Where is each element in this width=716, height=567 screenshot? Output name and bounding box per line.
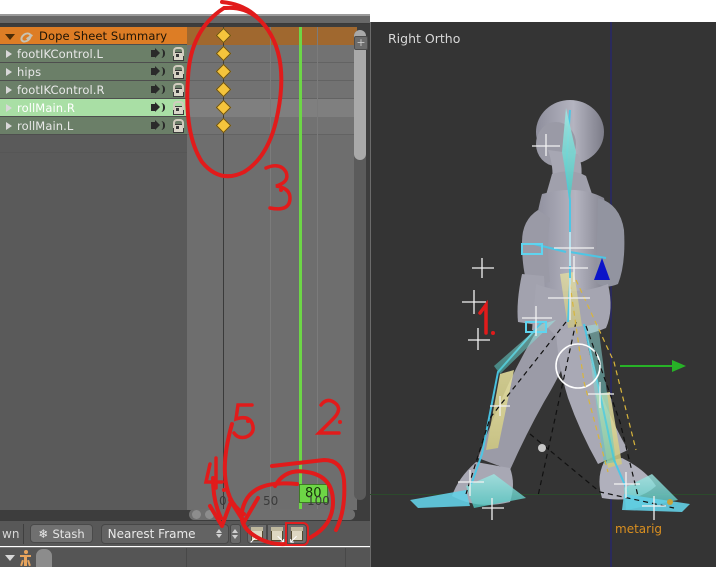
dope-sheet-editor: Dope Sheet Summary footIKControl.L hips <box>0 14 370 520</box>
dope-sheet-topbar <box>0 16 370 24</box>
keyframe-row[interactable] <box>187 45 357 63</box>
timeline-frame-strip: 80 0 50 100 <box>187 484 357 508</box>
row-icon-group <box>150 83 184 97</box>
expand-triangle-icon[interactable] <box>6 49 12 58</box>
speaker-icon[interactable] <box>150 47 166 61</box>
tick-label-0: 0 <box>219 494 227 508</box>
channel-row[interactable]: footIKControl.R <box>0 81 187 99</box>
keyframe-row-summary[interactable] <box>187 27 357 45</box>
keyframe-row-selected[interactable] <box>187 99 357 117</box>
channel-row-selected[interactable]: rollMain.R <box>0 99 187 117</box>
channel-row-empty <box>0 135 187 153</box>
channel-label: footIKControl.R <box>17 82 105 97</box>
grid-line-frame-100 <box>317 27 318 510</box>
expand-triangle-icon[interactable] <box>6 67 12 76</box>
channel-row[interactable]: rollMain.L <box>0 117 187 135</box>
chevron-updown-icon <box>215 529 222 538</box>
playhead[interactable] <box>299 27 302 510</box>
snowflake-icon: ❄ <box>38 526 49 541</box>
row-icon-group <box>150 65 184 79</box>
value-stepper[interactable] <box>229 523 241 544</box>
speaker-icon[interactable] <box>150 101 166 115</box>
stash-label: Stash <box>52 526 85 541</box>
channel-label: rollMain.L <box>17 118 74 133</box>
toolbar-divider <box>23 523 25 544</box>
expand-triangle-icon[interactable] <box>6 121 12 130</box>
unlock-icon[interactable] <box>170 119 184 133</box>
stash-action-icon[interactable]: ↘ <box>266 523 287 545</box>
keyframe-row[interactable] <box>187 81 357 99</box>
channel-row[interactable]: hips <box>0 63 187 81</box>
channel-label: rollMain.R <box>17 100 76 115</box>
row-icon-group <box>150 47 184 61</box>
keyframe-row[interactable] <box>187 117 357 135</box>
object-name-label: metarig <box>615 522 663 536</box>
horizontal-scrollbar[interactable] <box>189 509 355 520</box>
3d-viewport[interactable]: Right Ortho metarig <box>370 22 716 567</box>
dope-sheet-bottom-toolbar: wn ❄ Stash Nearest Frame ↗ ↘ ↙ <box>0 520 370 546</box>
scroll-handle-left[interactable] <box>192 510 201 519</box>
vertical-scrollbar[interactable] <box>354 30 366 500</box>
keyframe-row[interactable] <box>187 63 357 81</box>
copy-to-selected-icon[interactable]: ↙ <box>284 521 309 546</box>
editor-type-chevron-icon[interactable] <box>5 554 15 561</box>
expand-triangle-down-icon[interactable] <box>5 33 15 40</box>
key-icon <box>18 29 34 43</box>
expand-triangle-icon[interactable] <box>6 103 12 112</box>
expand-panel-button[interactable]: + <box>354 36 368 50</box>
mode-dropdown[interactable] <box>36 548 52 567</box>
snap-mode-dropdown[interactable]: Nearest Frame <box>100 523 229 544</box>
channel-row[interactable]: footIKControl.L <box>0 45 187 63</box>
channel-label: Dope Sheet Summary <box>39 28 168 43</box>
channel-label: hips <box>17 64 42 79</box>
unlock-icon[interactable] <box>170 101 184 115</box>
row-icon-group <box>150 119 184 133</box>
blender-window: Dope Sheet Summary footIKControl.L hips <box>0 0 716 567</box>
channel-label: footIKControl.L <box>17 46 104 61</box>
push-down-icon[interactable]: ↗ <box>246 523 267 545</box>
unlock-icon[interactable] <box>170 65 184 79</box>
unlock-icon[interactable] <box>170 47 184 61</box>
expand-triangle-icon[interactable] <box>6 85 12 94</box>
speaker-icon[interactable] <box>150 83 166 97</box>
truncated-menu-label[interactable]: wn <box>2 527 19 541</box>
unlock-icon[interactable] <box>170 83 184 97</box>
speaker-icon[interactable] <box>150 65 166 79</box>
lower-editor-header <box>0 547 370 567</box>
snap-mode-value: Nearest Frame <box>107 526 196 541</box>
grid-line <box>270 27 271 510</box>
row-icon-group <box>150 101 184 115</box>
pose-mode-icon[interactable] <box>19 549 32 566</box>
move-gizmo-y-axis[interactable] <box>620 360 690 372</box>
channel-list[interactable]: Dope Sheet Summary footIKControl.L hips <box>0 27 187 510</box>
scroll-handle-right[interactable] <box>205 510 214 519</box>
stash-button[interactable]: ❄ Stash <box>30 524 93 543</box>
tick-label-100: 100 <box>307 494 330 508</box>
tick-label-50: 50 <box>263 494 279 508</box>
channel-row-summary[interactable]: Dope Sheet Summary <box>0 27 187 45</box>
character-rig-render <box>410 100 690 520</box>
move-gizmo-z-axis[interactable] <box>594 258 610 280</box>
speaker-icon[interactable] <box>150 119 166 133</box>
keyframe-grid[interactable] <box>187 27 357 510</box>
window-top-strip <box>0 0 716 14</box>
